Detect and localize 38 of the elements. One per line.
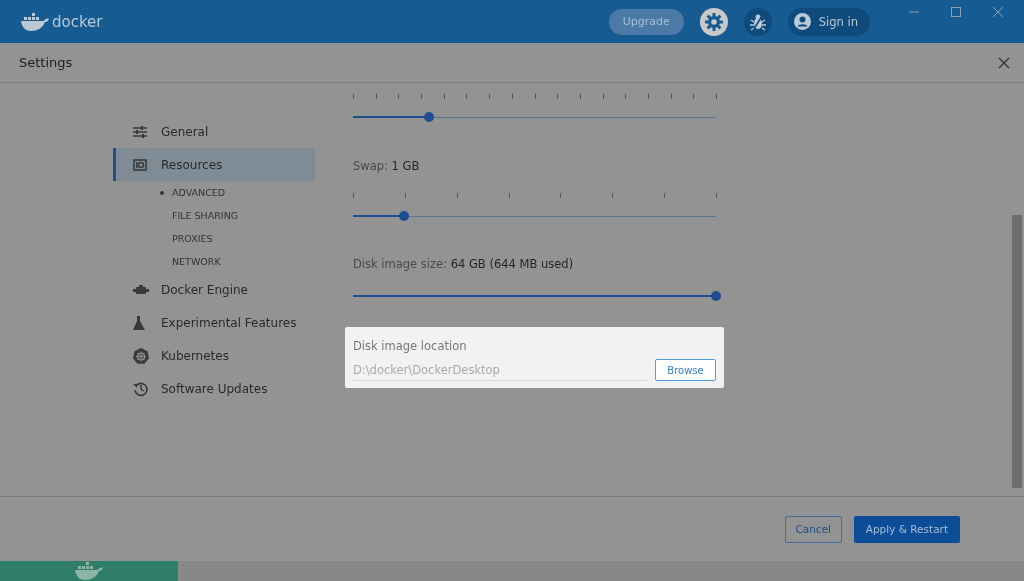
sidebar-item[interactable]: General — [113, 115, 315, 148]
apply-restart-button[interactable]: Apply & Restart — [853, 515, 960, 543]
sidebar-subitem[interactable]: ADVANCED — [160, 181, 226, 204]
slider-label: Swap: 1 GB — [353, 159, 420, 173]
wheel-icon — [133, 347, 149, 364]
sidebar-item[interactable]: Resources — [113, 148, 315, 181]
scrollbar-thumb[interactable] — [1012, 215, 1022, 488]
close-icon[interactable] — [998, 56, 1010, 69]
browse-button[interactable]: Browse — [655, 359, 716, 381]
slider-label: Disk image size: 64 GB (644 MB used) — [353, 257, 574, 271]
taskbar-item[interactable] — [0, 561, 178, 581]
sidebar-item[interactable]: Experimental Features — [113, 306, 315, 339]
user-icon — [793, 13, 811, 30]
field-label: Disk image location — [353, 339, 467, 353]
bug-icon — [748, 12, 767, 31]
troubleshoot-button[interactable] — [743, 7, 772, 36]
sidebar-subitem[interactable]: NETWORK — [160, 250, 221, 273]
slider-thumb[interactable] — [424, 112, 435, 122]
sign-in-button[interactable]: Sign in — [787, 7, 870, 36]
engine-icon — [133, 284, 149, 295]
settings-button[interactable] — [699, 7, 728, 36]
cancel-button[interactable]: Cancel — [784, 515, 842, 543]
logo-text: docker — [52, 12, 103, 31]
sidebar-item[interactable]: Docker Engine — [113, 273, 315, 306]
settings-title: Settings — [19, 55, 74, 70]
sliders-icon — [133, 125, 147, 138]
sidebar-item[interactable]: Software Updates — [113, 372, 315, 405]
sidebar-subitem[interactable]: FILE SHARING — [160, 204, 239, 227]
upgrade-button[interactable]: Upgrade — [608, 8, 684, 35]
slider-thumb[interactable] — [711, 291, 721, 301]
settings-icon — [704, 12, 723, 31]
slider-thumb[interactable] — [398, 211, 409, 221]
whale-icon — [74, 561, 104, 581]
history-icon — [133, 380, 149, 397]
docker-logo-icon — [20, 11, 50, 32]
sidebar-item[interactable]: Kubernetes — [113, 339, 315, 372]
flask-icon — [133, 314, 145, 331]
sidebar-subitem[interactable]: PROXIES — [160, 227, 213, 250]
